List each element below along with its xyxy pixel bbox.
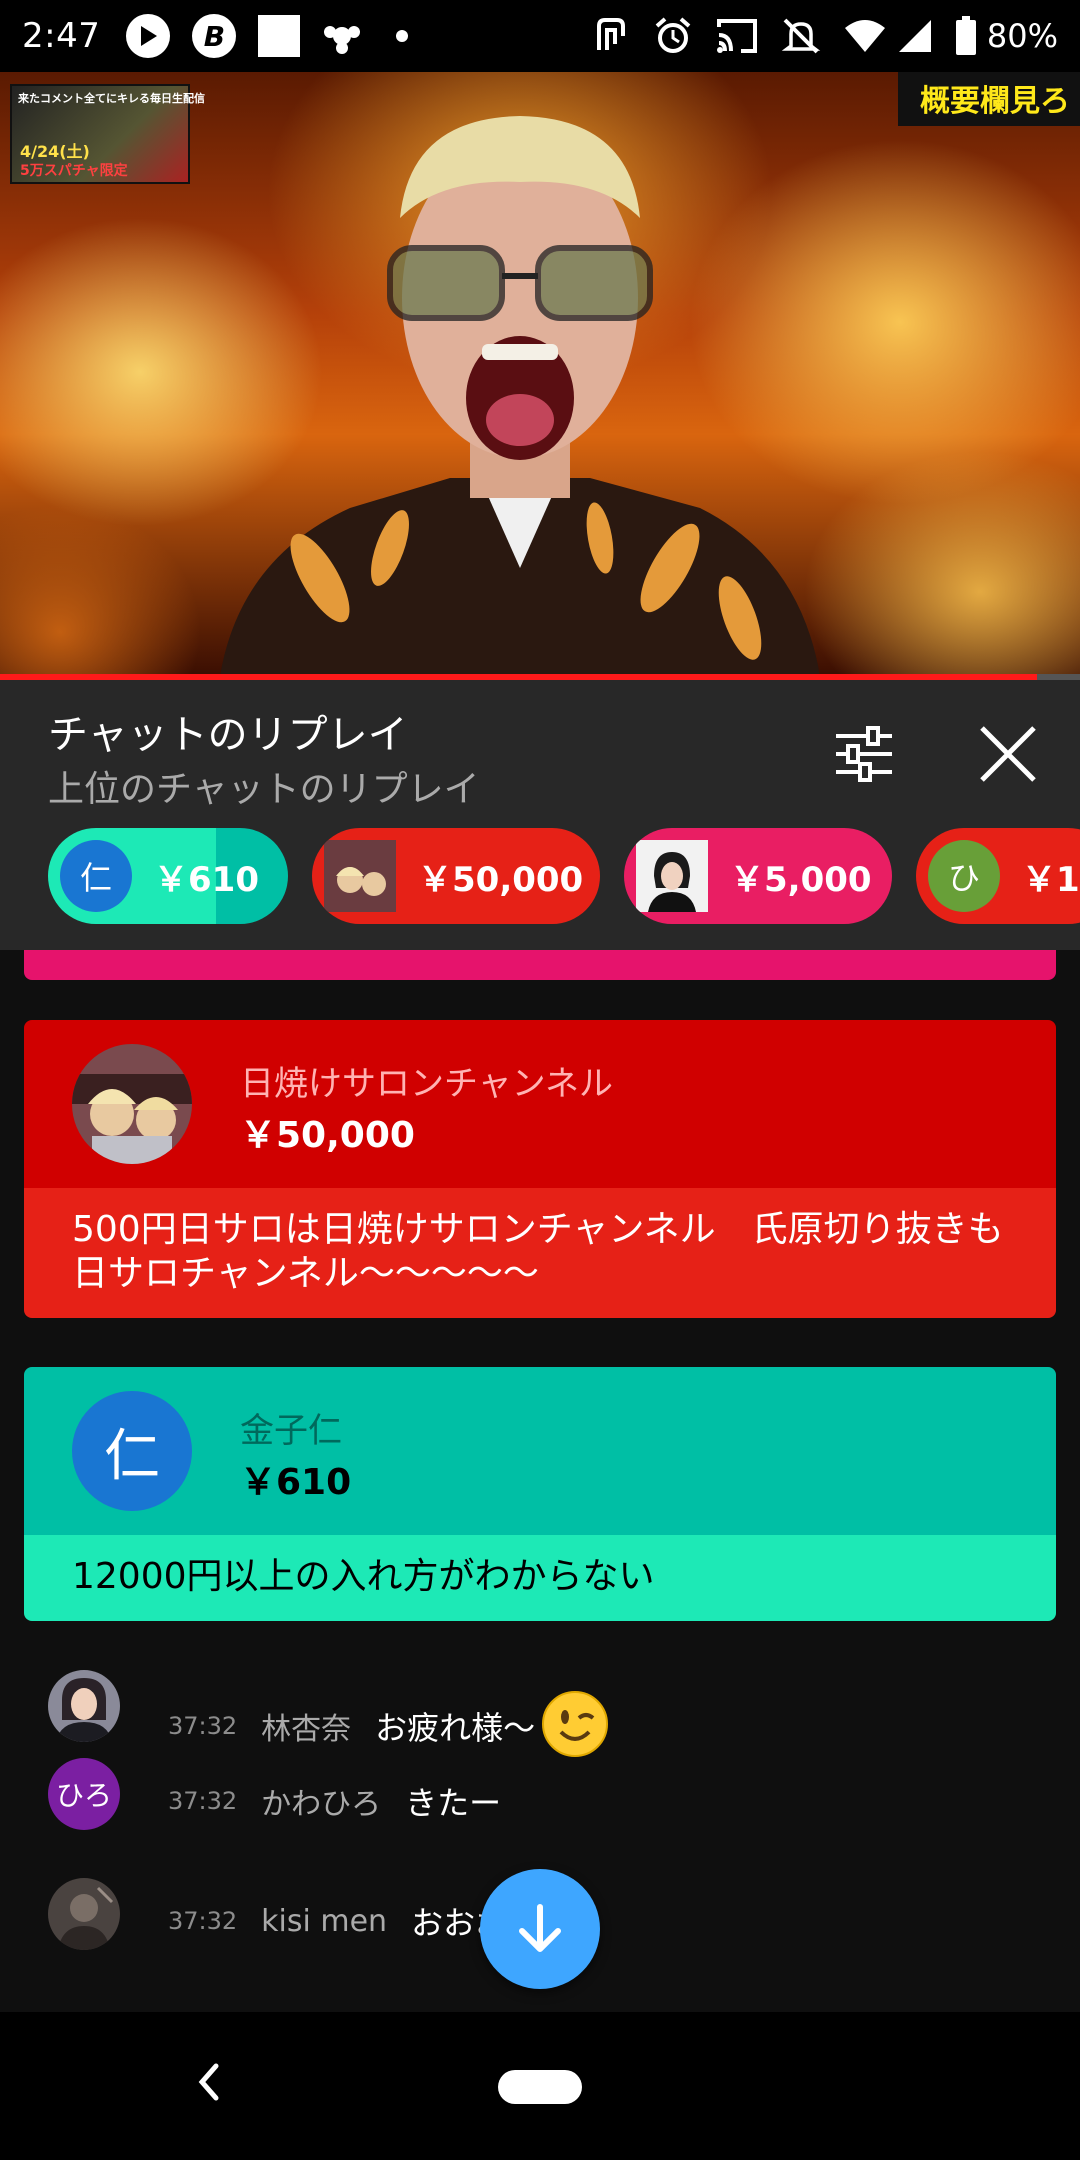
status-bar: 2:47 B 80%	[0, 0, 1080, 72]
square-app-icon	[258, 15, 301, 57]
b-app-icon: B	[192, 14, 237, 58]
superchat-amount: ￥50,000	[240, 1115, 415, 1156]
nfc-icon	[591, 16, 631, 56]
bell-off-icon	[781, 16, 821, 56]
sliders-icon[interactable]	[830, 720, 898, 788]
message-text: きたー	[405, 1784, 502, 1822]
signal-icon	[897, 18, 933, 54]
avatar: ひ	[928, 840, 1000, 912]
chip-amount: ￥1	[1022, 859, 1080, 900]
video-player[interactable]: 来たコメント全てにキレる毎日生配信 4/24(土) 5万スパチャ限定 概要欄見ろ	[0, 72, 1080, 676]
arrow-down-icon[interactable]	[480, 1869, 600, 1989]
superchat-amount: ￥610	[240, 1462, 352, 1503]
message-author[interactable]: kisi men	[261, 1904, 387, 1939]
ticker-chip[interactable]: ひ ￥1	[916, 828, 1080, 924]
message-timestamp: 37:32	[168, 1787, 238, 1815]
chat-message[interactable]: 37:32 林杏奈 お疲れ様〜	[0, 1656, 1080, 1757]
avatar: 仁	[60, 840, 132, 912]
ticker-chip-row: 仁 ￥610 ￥50,000 ￥5,000 ひ ￥1	[48, 828, 1080, 928]
monkey-app-icon	[322, 16, 362, 56]
status-time: 2:47	[22, 16, 101, 56]
chip-amount: ￥50,000	[418, 859, 584, 900]
ticker-chip[interactable]: ￥50,000	[312, 828, 600, 924]
home-pill-icon[interactable]	[498, 2070, 582, 2104]
superchat-author: 日焼けサロンチャンネル	[240, 1064, 613, 1104]
superchat-author: 金子仁	[240, 1411, 342, 1451]
close-icon[interactable]	[968, 720, 1048, 790]
chat-mode-selector[interactable]: 上位のチャットのリプレイ	[48, 760, 480, 812]
superchat-message: 12000円以上の入れ方がわからない	[24, 1535, 1056, 1621]
superchat-header: 仁 金子仁 ￥610	[24, 1367, 1056, 1535]
message-timestamp: 37:32	[168, 1712, 238, 1740]
message-author[interactable]: かわひろ	[261, 1779, 381, 1823]
streamer-figure	[220, 116, 820, 676]
superchat-message: 500円日サロは日焼けサロンチャンネル 氏原切り抜きも日サロチャンネル〜〜〜〜〜	[24, 1188, 1056, 1318]
message-timestamp: 37:32	[168, 1907, 238, 1935]
battery-icon	[955, 16, 977, 56]
ticker-chip[interactable]: ￥5,000	[624, 828, 892, 924]
wifi-icon	[843, 18, 887, 54]
avatar	[324, 840, 396, 912]
superchat-card[interactable]: 仁 金子仁 ￥610 12000円以上の入れ方がわからない	[24, 1367, 1056, 1621]
video-thumbnail-overlay: 来たコメント全てにキレる毎日生配信 4/24(土) 5万スパチャ限定	[10, 84, 205, 184]
chat-title: チャットのリプレイ	[48, 712, 408, 758]
chat-message-list[interactable]: 日焼けサロンチャンネル ￥50,000 500円日サロは日焼けサロンチャンネル …	[0, 950, 1080, 2012]
cast-icon	[715, 17, 759, 55]
avatar: ひろ	[48, 1758, 120, 1830]
message-author[interactable]: 林杏奈	[261, 1704, 351, 1748]
superchat-card[interactable]: 日焼けサロンチャンネル ￥50,000 500円日サロは日焼けサロンチャンネル …	[24, 1020, 1056, 1318]
avatar	[636, 840, 708, 912]
avatar	[48, 1670, 120, 1742]
notification-dot-icon	[396, 30, 409, 42]
chip-amount: ￥610	[154, 859, 259, 900]
superchat-card-partial	[24, 950, 1056, 980]
avatar	[72, 1044, 192, 1164]
chat-message[interactable]: ひろ 37:32 かわひろ きたー	[0, 1744, 1080, 1844]
video-overlay-label: 概要欄見ろ	[898, 72, 1080, 126]
ticker-chip[interactable]: 仁 ￥610	[48, 828, 288, 924]
thumbnail-caption: 来たコメント全てにキレる毎日生配信	[18, 92, 205, 105]
alarm-icon	[653, 16, 693, 56]
chat-replay-header: チャットのリプレイ 上位のチャットのリプレイ 仁 ￥610 ￥50,000 ￥5,00…	[0, 680, 1080, 950]
chip-amount: ￥5,000	[730, 859, 872, 900]
thumbnail-date: 4/24(土)	[20, 142, 90, 161]
back-chevron-icon[interactable]	[186, 2052, 230, 2112]
message-text: お疲れ様〜	[375, 1709, 536, 1747]
avatar	[48, 1878, 120, 1950]
superchat-header: 日焼けサロンチャンネル ￥50,000	[24, 1020, 1056, 1188]
system-navigation-bar	[0, 2012, 1080, 2160]
avatar: 仁	[72, 1391, 192, 1511]
thumbnail-tag: 5万スパチャ限定	[20, 163, 128, 179]
play-circle-icon	[126, 14, 171, 58]
battery-percent: 80%	[986, 17, 1058, 55]
